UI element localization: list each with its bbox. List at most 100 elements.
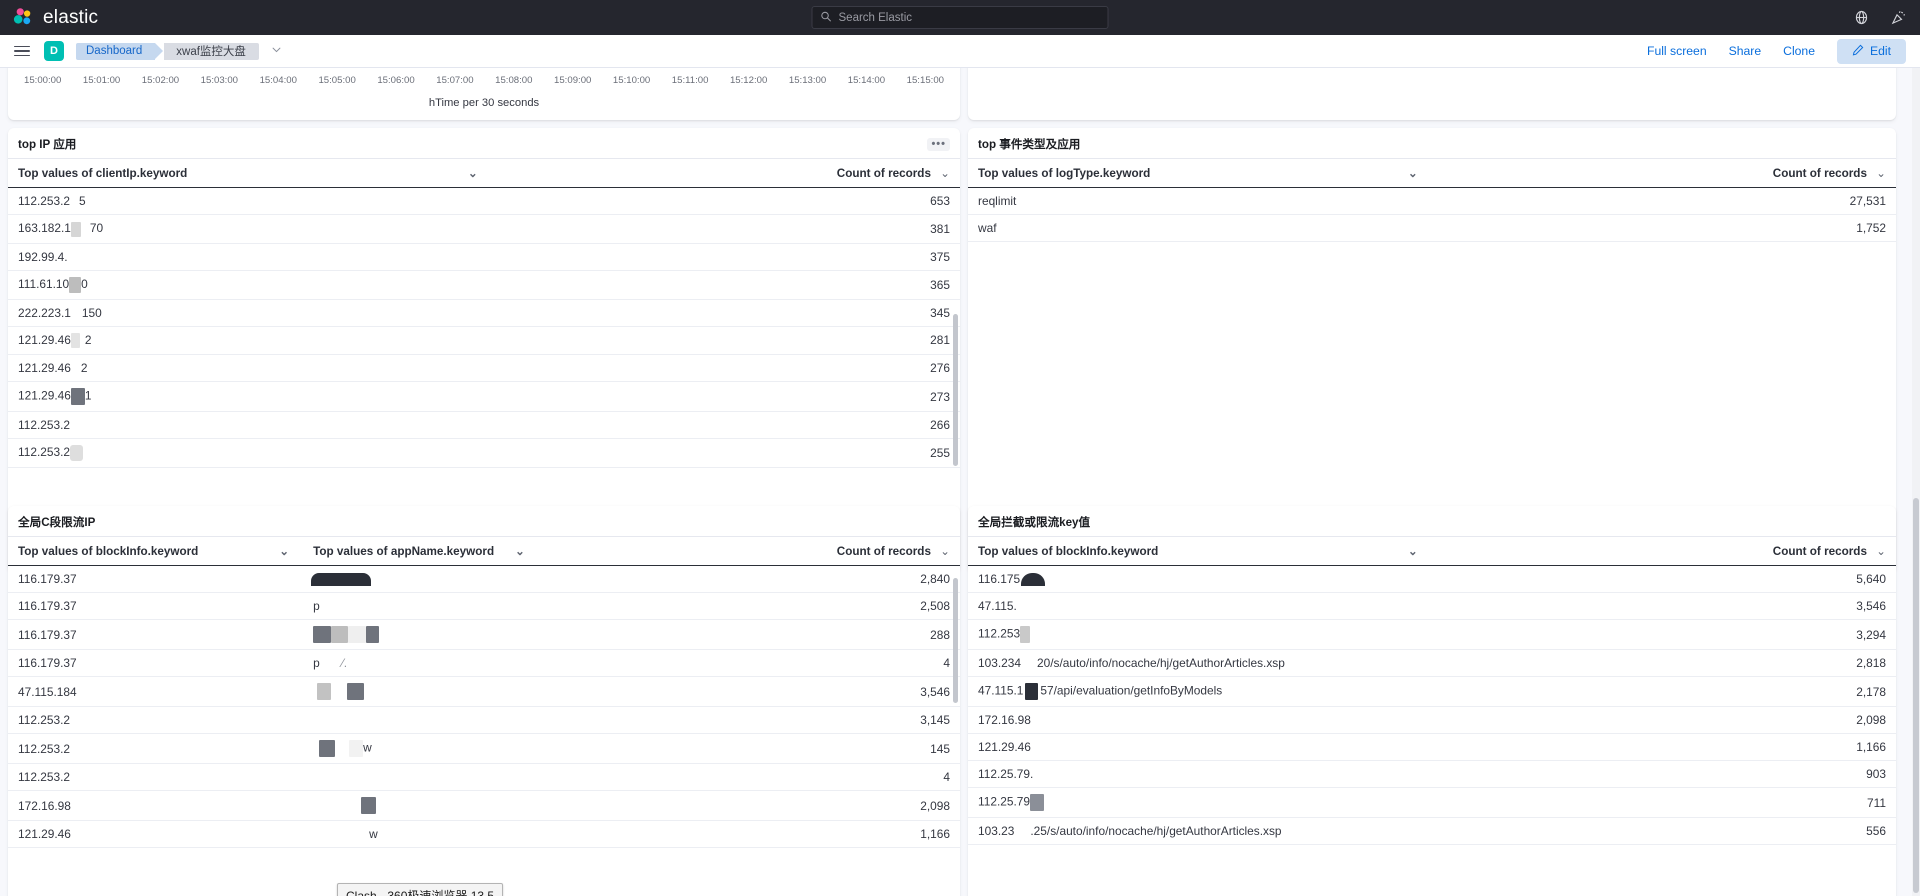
hamburger-menu-icon[interactable] — [14, 45, 30, 57]
chevron-down-icon[interactable]: ⌄ — [1408, 166, 1418, 180]
panel-context-menu-icon[interactable]: ••• — [927, 137, 950, 151]
panel-title-text: top IP 应用 — [18, 138, 77, 151]
column-header-label: Top values of blockInfo.keyword — [18, 544, 199, 558]
search-input[interactable]: Search Elastic — [839, 12, 913, 24]
cell-blockinfo: 116.179.37 — [8, 619, 304, 651]
table-row[interactable]: 103.23 .25/s/auto/info/nocache/hj/getAuth… — [968, 817, 1896, 846]
table-row[interactable]: 116.179.37 p ⁄. 4 — [8, 649, 960, 678]
table-header-row: Top values of clientIp.keyword ⌄ Count o… — [8, 158, 960, 188]
table-row[interactable]: reqlimit 27,531 — [968, 187, 1896, 215]
breadcrumb-item-dashboard[interactable]: Dashboard — [76, 42, 164, 60]
table-row[interactable]: 47.115.1 57/api/evaluation/getInfoByModel… — [968, 676, 1896, 708]
cell-text-suffix: 150 — [81, 305, 102, 320]
table-row[interactable]: 116.179.37 p 2,508 — [8, 592, 960, 621]
column-header-blockinfo[interactable]: Top values of blockInfo.keyword ⌄ — [968, 536, 1600, 566]
table-row[interactable]: 111.61.10 0 365 — [8, 270, 960, 300]
chevron-down-icon[interactable]: ⌄ — [1876, 545, 1886, 558]
column-header-appname[interactable]: Top values of appName.keyword ⌄ — [303, 536, 665, 566]
share-button[interactable]: Share — [1729, 44, 1762, 58]
x-tick: 15:03:00 — [200, 75, 239, 86]
table-row[interactable]: 112.253.2 3,145 — [8, 706, 960, 735]
table-row[interactable]: 121.29.46 w 1,166 — [8, 820, 960, 849]
column-header-logtype[interactable]: Top values of logType.keyword ⌄ — [968, 158, 1544, 188]
table-row[interactable]: 47.115. 3,546 — [968, 592, 1896, 621]
table-row[interactable]: 112.25.79. 903 — [968, 760, 1896, 789]
column-header-clientip[interactable]: Top values of clientIp.keyword ⌄ — [8, 158, 561, 188]
cell-count: 2,098 — [1599, 706, 1896, 735]
chevron-down-icon[interactable]: ⌄ — [1876, 167, 1886, 180]
cell-text-suffix: 0 — [81, 276, 88, 291]
cell-count: 2,840 — [664, 565, 960, 594]
table-row[interactable]: 163.182.1 70 381 — [8, 214, 960, 244]
cell-text: w — [369, 827, 378, 842]
table-row[interactable]: 116.179.37 2,840 — [8, 565, 960, 594]
cell-ip: 112.253.2 5 — [8, 187, 561, 216]
table-row[interactable]: 112.253.2 4 — [8, 763, 960, 792]
celebrate-icon[interactable] — [1891, 10, 1906, 25]
table-row[interactable]: 121.29.46 1 273 — [8, 381, 960, 413]
chart-x-axis-ticks: 15:00:00 15:01:00 15:02:00 15:03:00 15:0… — [8, 75, 960, 86]
page-scrollbar[interactable] — [1912, 68, 1920, 896]
panel-title-text: top 事件类型及应用 — [978, 138, 1081, 151]
column-header-count[interactable]: Count of records ⌄ — [664, 536, 960, 566]
x-tick: 15:14:00 — [847, 75, 886, 86]
table-vertical-scrollbar[interactable] — [953, 578, 958, 703]
chevron-down-icon[interactable]: ⌄ — [940, 545, 950, 558]
table-row[interactable]: 121.29.46 2 276 — [8, 354, 960, 383]
full-screen-button[interactable]: Full screen — [1647, 44, 1707, 58]
cell-count: 266 — [560, 411, 960, 440]
table-row[interactable]: 112.253.2 255 — [8, 438, 960, 469]
cell-blockinfo: 103.234 20/s/auto/info/nocache/hj/getAuth… — [968, 649, 1600, 678]
global-search-bar[interactable]: Search Elastic — [811, 6, 1109, 29]
cell-text: 163.182.1 — [18, 221, 71, 236]
cell-count: 281 — [560, 326, 960, 356]
table-row[interactable]: 112.253.2 5 653 — [8, 187, 960, 216]
cell-text: 112.25.79. — [978, 767, 1034, 782]
table-row[interactable]: 103.234 20/s/auto/info/nocache/hj/getAuth… — [968, 649, 1896, 678]
table-row[interactable]: 112.253 3,294 — [968, 619, 1896, 651]
table-row[interactable]: waf 1,752 — [968, 214, 1896, 242]
edit-button[interactable]: Edit — [1836, 38, 1906, 64]
table-row[interactable]: 222.223.1 150 345 — [8, 299, 960, 327]
dashboard-actions: Full screen Share Clone Edit — [1647, 38, 1906, 64]
chevron-down-icon[interactable] — [271, 42, 282, 60]
table-body: 116.175 5,640 47.115. 3,546 112.253 3,294 1… — [968, 565, 1896, 846]
table-row[interactable]: 116.179.37 288 — [8, 619, 960, 651]
elastic-brand[interactable]: elastic — [12, 7, 98, 29]
cell-blockinfo: 116.179.37 — [8, 649, 304, 678]
chevron-down-icon[interactable]: ⌄ — [940, 167, 950, 180]
table-row[interactable]: 121.29.46 1,166 — [968, 733, 1896, 762]
column-header-count[interactable]: Count of records ⌄ — [1543, 158, 1896, 188]
space-avatar[interactable]: D — [44, 41, 64, 61]
table-vertical-scrollbar[interactable] — [953, 314, 958, 466]
column-header-blockinfo[interactable]: Top values of blockInfo.keyword ⌄ — [8, 536, 304, 566]
table-row[interactable]: 172.16.98 2,098 — [968, 706, 1896, 735]
cell-text: 112.253 — [978, 627, 1021, 641]
page-scrollbar-thumb[interactable] — [1913, 498, 1919, 893]
chevron-down-icon[interactable]: ⌄ — [468, 166, 478, 180]
chevron-down-icon[interactable]: ⌄ — [515, 544, 525, 558]
cell-text-suffix: 1 — [84, 388, 92, 403]
table-row[interactable]: 192.99.4. 375 — [8, 243, 960, 271]
chevron-down-icon[interactable]: ⌄ — [1408, 544, 1418, 558]
cell-ip: 121.29.46 2 — [8, 354, 561, 383]
table-row[interactable]: 172.16.98 2,098 — [8, 790, 960, 822]
table-header-row: Top values of blockInfo.keyword ⌄ Top va… — [8, 536, 960, 566]
chevron-down-icon[interactable]: ⌄ — [279, 544, 289, 558]
clone-button[interactable]: Clone — [1783, 44, 1815, 58]
table-row[interactable]: 112.253.2 266 — [8, 411, 960, 440]
cell-count: 3,294 — [1599, 619, 1896, 651]
column-header-count[interactable]: Count of records ⌄ — [560, 158, 960, 188]
table-row[interactable]: 47.115.184 3,546 — [8, 676, 960, 708]
breadcrumb-bar: D Dashboard xwaf监控大盘 Full screen Share C… — [0, 35, 1920, 68]
column-header-count[interactable]: Count of records ⌄ — [1599, 536, 1896, 566]
table-row[interactable]: 112.25.79 711 — [968, 787, 1896, 819]
panel-title-text: 全局拦截或限流key值 — [978, 516, 1091, 529]
table-row[interactable]: 116.175 5,640 — [968, 565, 1896, 594]
table-row[interactable]: 121.29.46 2 281 — [8, 326, 960, 356]
table-row[interactable]: 112.253.2 w 145 — [8, 733, 960, 765]
breadcrumb-item-current[interactable]: xwaf监控大盘 — [164, 42, 259, 60]
cell-blockinfo: 47.115. — [968, 592, 1600, 621]
table-body: 116.179.37 2,840 116.179.37 p 2,508 116.179… — [8, 565, 960, 849]
deployment-icon[interactable] — [1854, 10, 1869, 25]
